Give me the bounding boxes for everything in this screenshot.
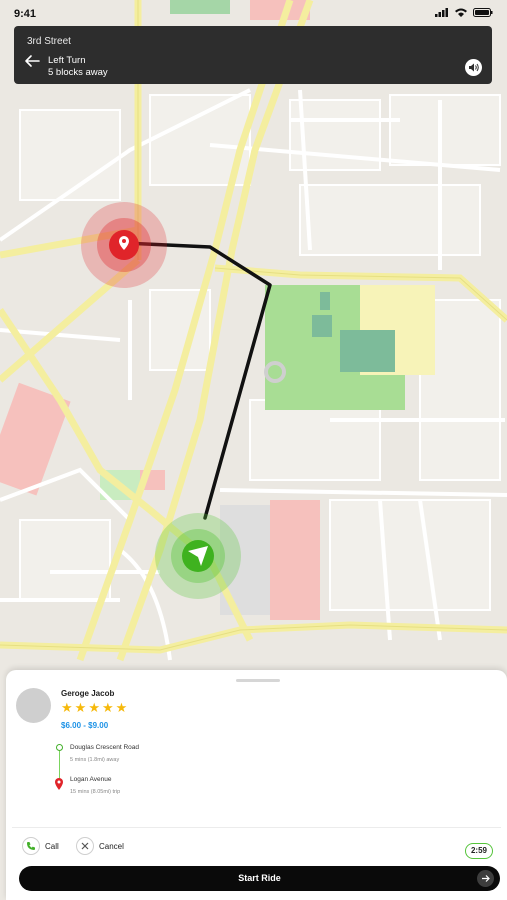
- driver-name: Geroge Jacob: [61, 689, 115, 698]
- avatar: [16, 688, 51, 723]
- pickup-dot-icon: [56, 744, 63, 751]
- star-icon: ★: [101, 700, 114, 715]
- pickup-info: 5 mins (1.8mi) away: [70, 757, 120, 763]
- current-location-marker[interactable]: [155, 513, 241, 599]
- turn-distance: 5 blocks away: [48, 67, 108, 78]
- arrow-right-icon: [477, 870, 494, 887]
- speaker-icon: [469, 63, 479, 72]
- pickup-name: Douglas Crescent Road: [70, 744, 140, 751]
- signal-icon: [435, 8, 448, 17]
- start-ride-button[interactable]: Start Ride: [19, 866, 500, 891]
- battery-icon: [473, 8, 493, 17]
- countdown-timer: 2:59: [465, 843, 493, 859]
- sound-toggle-button[interactable]: [465, 59, 482, 76]
- status-bar: 9:41: [0, 0, 507, 26]
- dropoff-pin-icon: [55, 778, 63, 790]
- star-icon: ★: [115, 700, 128, 715]
- left-arrow-icon[interactable]: [24, 54, 40, 68]
- ride-details-sheet: Geroge Jacob ★ ★ ★ ★ ★ $6.00 - $9.00 Dou…: [6, 670, 507, 900]
- star-icon: ★: [74, 700, 87, 715]
- start-ride-label: Start Ride: [238, 873, 281, 883]
- call-label: Call: [45, 841, 59, 851]
- destination-marker[interactable]: [81, 202, 167, 288]
- close-icon: [81, 842, 89, 850]
- wifi-icon: [455, 8, 467, 17]
- fare-estimate: $6.00 - $9.00: [61, 721, 109, 730]
- status-time: 9:41: [14, 8, 37, 20]
- divider: [12, 827, 501, 828]
- cancel-button[interactable]: Cancel: [76, 837, 124, 855]
- cancel-label: Cancel: [99, 841, 124, 851]
- rating-stars: ★ ★ ★ ★ ★: [61, 701, 127, 714]
- drag-handle[interactable]: [236, 679, 280, 682]
- call-button[interactable]: Call: [22, 837, 59, 855]
- dropoff-name: Logan Avenue: [70, 776, 112, 783]
- dropoff-info: 15 mins (8.05mi) trip: [70, 789, 121, 795]
- star-icon: ★: [61, 700, 73, 715]
- phone-icon: [27, 842, 35, 850]
- current-street: 3rd Street: [27, 36, 71, 47]
- star-icon: ★: [88, 700, 100, 715]
- turn-instruction: Left Turn: [48, 55, 86, 66]
- navigation-banner: 3rd Street Left Turn 5 blocks away: [14, 26, 492, 84]
- route-connector: [59, 751, 60, 779]
